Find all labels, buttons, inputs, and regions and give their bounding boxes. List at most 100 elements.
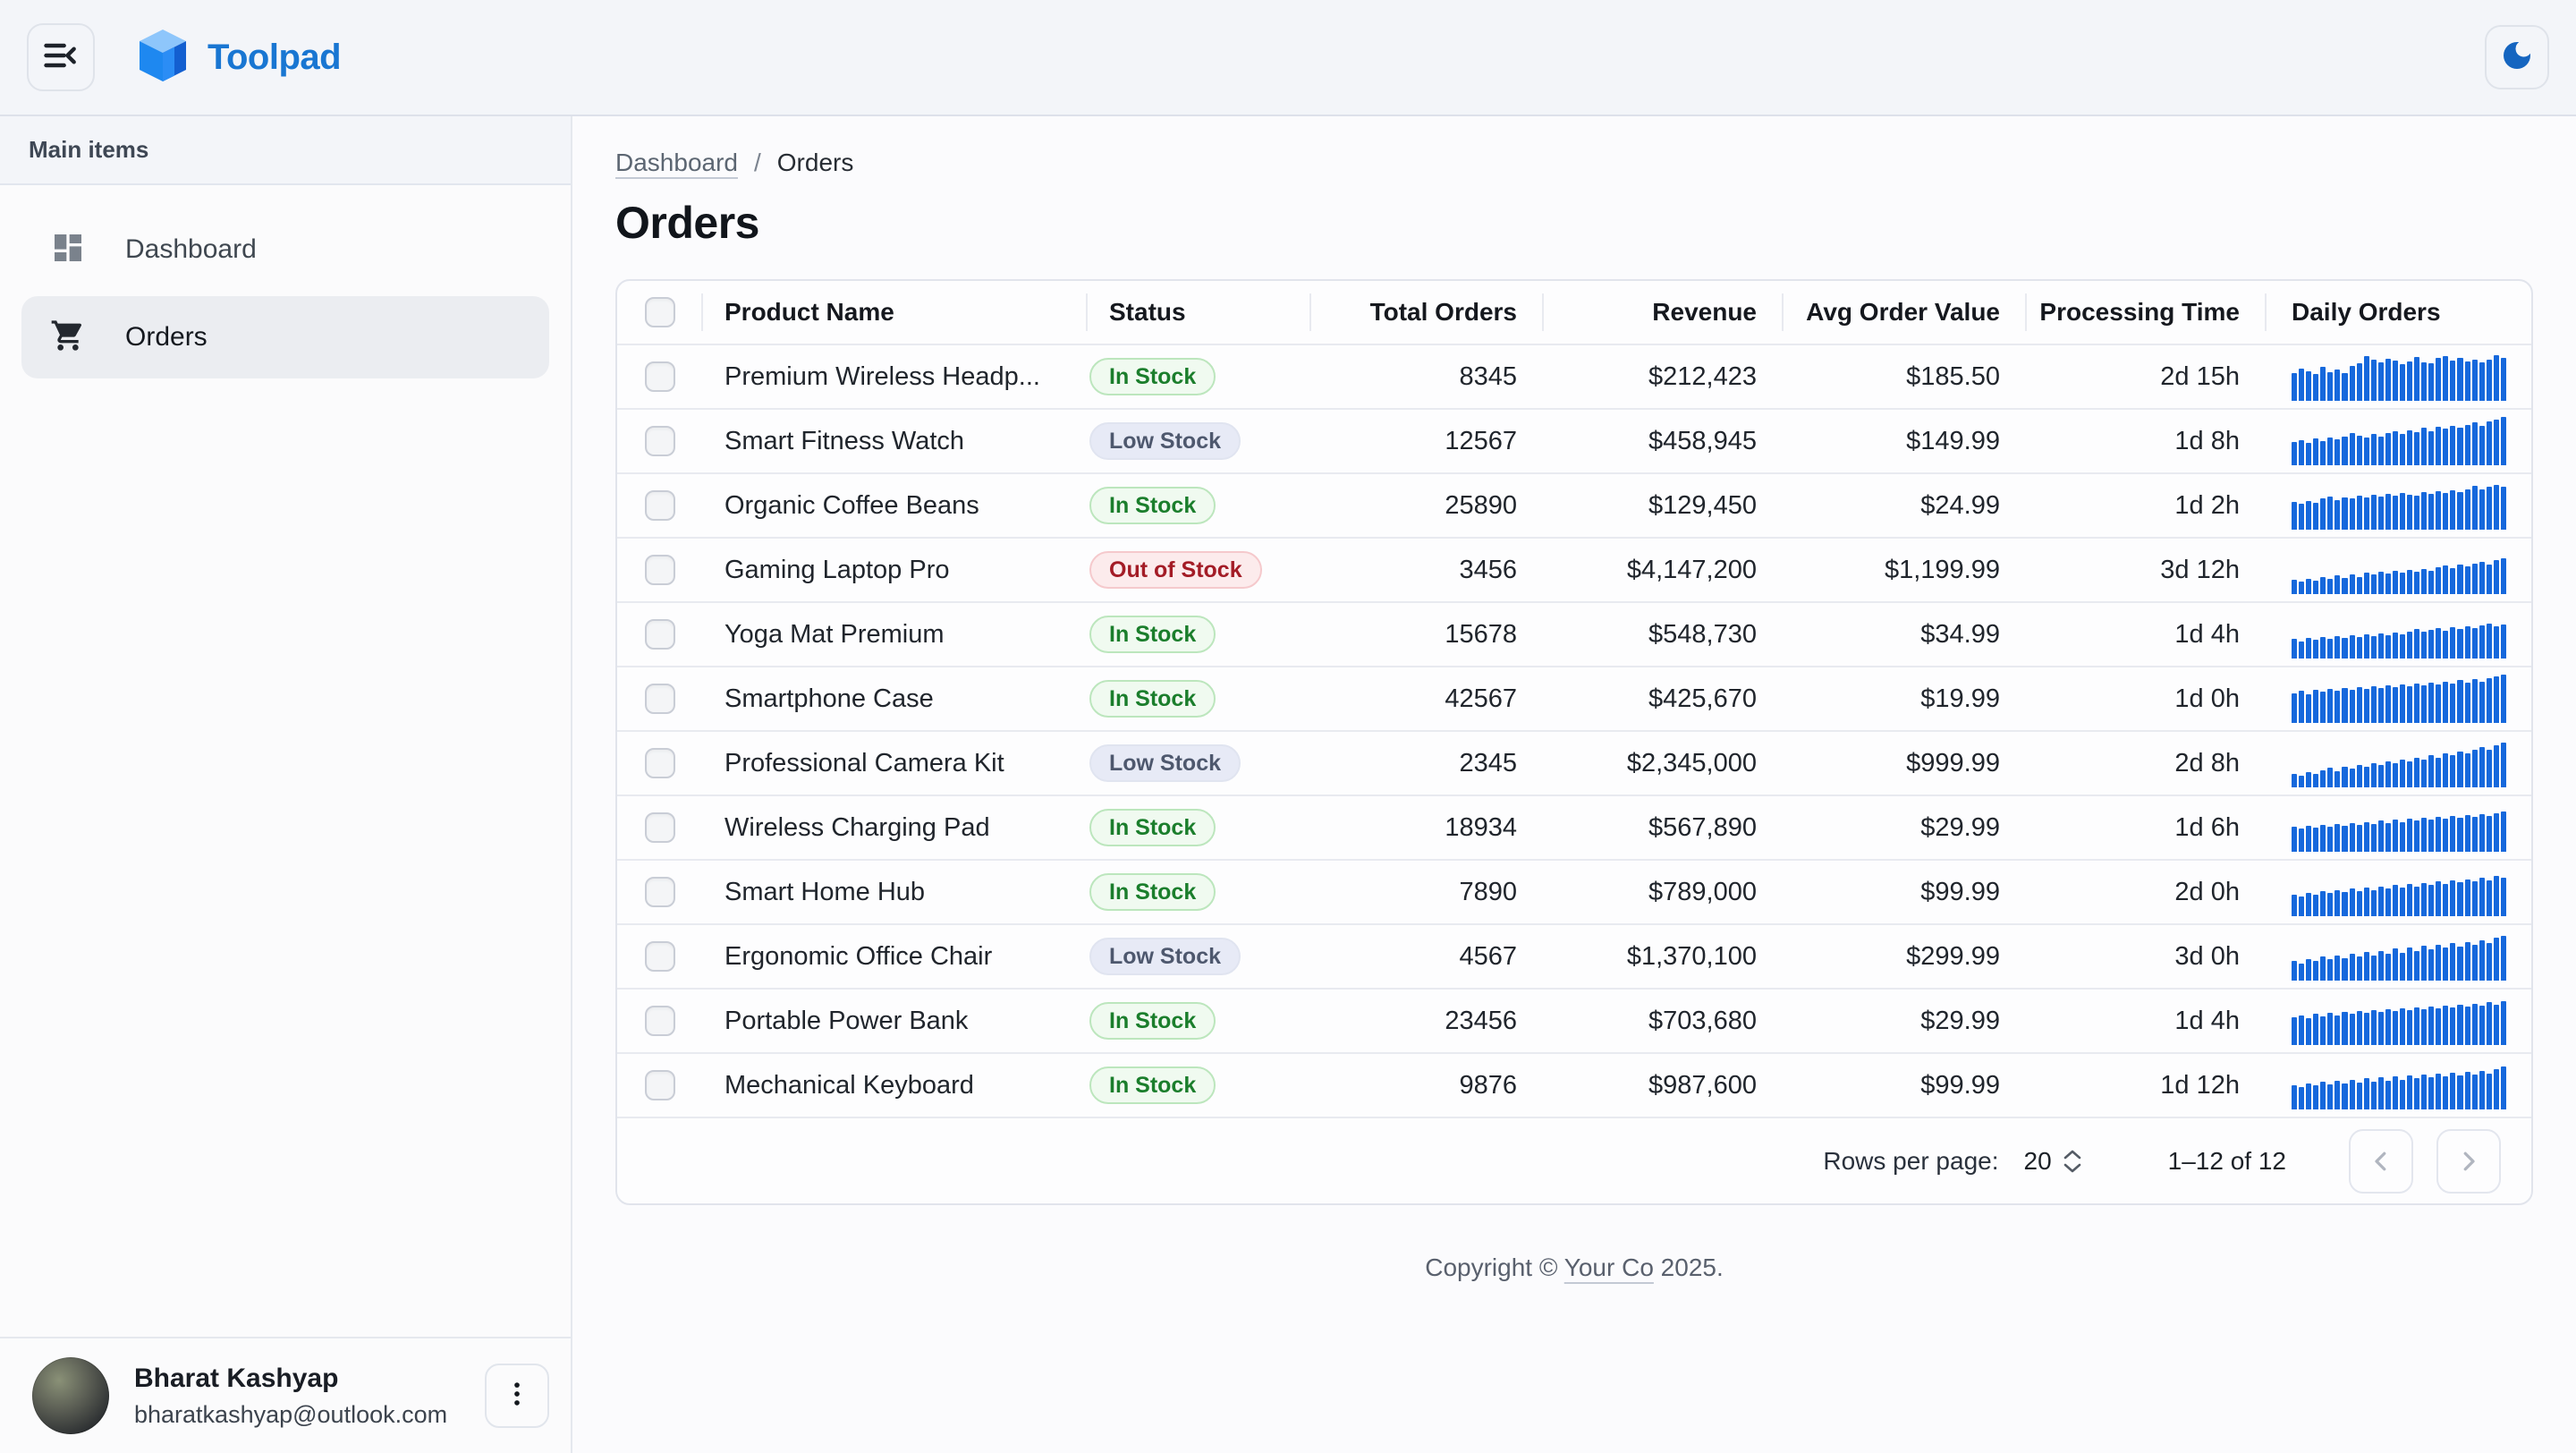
breadcrumb-current: Orders <box>777 149 854 177</box>
cell-processing-time: 1d 0h <box>2027 667 2267 730</box>
cell-revenue: $129,450 <box>1544 474 1784 537</box>
sidebar: Main items Dashboard Orders Bharat Kashy… <box>0 116 572 1453</box>
column-header-avg-order-value[interactable]: Avg Order Value <box>1784 281 2027 344</box>
avatar[interactable] <box>32 1357 109 1434</box>
chevron-left-icon <box>2368 1148 2394 1175</box>
table-row: Organic Coffee Beans In Stock 25890 $129… <box>617 474 2531 539</box>
cell-avg-order-value: $1,199.99 <box>1784 539 2027 601</box>
status-badge: In Stock <box>1089 1066 1216 1104</box>
daily-orders-sparkline <box>2292 997 2506 1045</box>
sidebar-nav: Dashboard Orders <box>0 185 571 384</box>
toolpad-logo <box>140 30 186 86</box>
cell-avg-order-value: $149.99 <box>1784 410 2027 472</box>
cell-processing-time: 1d 12h <box>2027 1054 2267 1117</box>
cell-product-name: Gaming Laptop Pro <box>703 539 1088 601</box>
cell-product-name: Premium Wireless Headp... <box>703 345 1088 408</box>
rows-per-page-label: Rows per page: <box>1823 1147 1998 1176</box>
table-row: Smart Home Hub In Stock 7890 $789,000 $9… <box>617 861 2531 925</box>
row-checkbox[interactable] <box>645 1006 675 1036</box>
column-header-revenue[interactable]: Revenue <box>1544 281 1784 344</box>
cell-revenue: $2,345,000 <box>1544 732 1784 794</box>
collapse-menu-button[interactable] <box>27 23 95 91</box>
table-row: Premium Wireless Headp... In Stock 8345 … <box>617 345 2531 410</box>
row-checkbox[interactable] <box>645 426 675 456</box>
cart-icon <box>50 318 86 358</box>
cell-revenue: $703,680 <box>1544 990 1784 1052</box>
account-menu-button[interactable] <box>485 1364 549 1428</box>
column-header-product-name[interactable]: Product Name <box>703 281 1088 344</box>
next-page-button[interactable] <box>2436 1129 2501 1194</box>
cell-processing-time: 1d 4h <box>2027 603 2267 666</box>
sidebar-section-header: Main items <box>0 116 571 185</box>
daily-orders-sparkline <box>2292 610 2506 659</box>
row-checkbox[interactable] <box>645 619 675 650</box>
table-row: Wireless Charging Pad In Stock 18934 $56… <box>617 796 2531 861</box>
pagination-bar: Rows per page: 20 1–12 of 12 <box>617 1118 2531 1203</box>
sidebar-item-dashboard[interactable]: Dashboard <box>21 208 549 291</box>
pagination-range: 1–12 of 12 <box>2168 1147 2286 1176</box>
table-row: Smart Fitness Watch Low Stock 12567 $458… <box>617 410 2531 474</box>
sidebar-section-label: Main items <box>29 136 148 164</box>
column-header-status[interactable]: Status <box>1088 281 1311 344</box>
menu-collapse-icon <box>41 36 80 80</box>
daily-orders-sparkline <box>2292 1061 2506 1109</box>
cell-avg-order-value: $999.99 <box>1784 732 2027 794</box>
column-header-processing-time[interactable]: Processing Time <box>2027 281 2267 344</box>
table-header-row: Product Name Status Total Orders Revenue… <box>617 281 2531 345</box>
daily-orders-sparkline <box>2292 546 2506 594</box>
cell-processing-time: 1d 8h <box>2027 410 2267 472</box>
cell-processing-time: 1d 4h <box>2027 990 2267 1052</box>
status-badge: Out of Stock <box>1089 551 1262 589</box>
table-body: Premium Wireless Headp... In Stock 8345 … <box>617 345 2531 1118</box>
cell-product-name: Portable Power Bank <box>703 990 1088 1052</box>
status-badge: In Stock <box>1089 809 1216 846</box>
cell-revenue: $4,147,200 <box>1544 539 1784 601</box>
cell-avg-order-value: $29.99 <box>1784 990 2027 1052</box>
daily-orders-sparkline <box>2292 675 2506 723</box>
cell-avg-order-value: $24.99 <box>1784 474 2027 537</box>
cell-total-orders: 15678 <box>1311 603 1544 666</box>
cell-total-orders: 4567 <box>1311 925 1544 988</box>
row-checkbox[interactable] <box>645 361 675 392</box>
row-checkbox[interactable] <box>645 684 675 714</box>
copyright-suffix: 2025. <box>1654 1253 1724 1281</box>
chevron-right-icon <box>2455 1148 2482 1175</box>
cell-total-orders: 23456 <box>1311 990 1544 1052</box>
cell-processing-time: 1d 6h <box>2027 796 2267 859</box>
row-checkbox[interactable] <box>645 877 675 907</box>
cell-revenue: $789,000 <box>1544 861 1784 923</box>
cell-total-orders: 42567 <box>1311 667 1544 730</box>
row-checkbox[interactable] <box>645 941 675 972</box>
daily-orders-sparkline <box>2292 868 2506 916</box>
rows-per-page-value[interactable]: 20 <box>2024 1147 2052 1176</box>
status-badge: In Stock <box>1089 680 1216 718</box>
column-header-daily-orders[interactable]: Daily Orders <box>2267 281 2531 344</box>
account-section: Bharat Kashyap bharatkashyap@outlook.com <box>0 1337 571 1453</box>
sidebar-item-orders[interactable]: Orders <box>21 296 549 378</box>
status-badge: Low Stock <box>1089 744 1241 782</box>
cell-total-orders: 7890 <box>1311 861 1544 923</box>
cell-processing-time: 2d 15h <box>2027 345 2267 408</box>
breadcrumb-link-dashboard[interactable]: Dashboard <box>615 149 738 177</box>
select-all-checkbox[interactable] <box>645 297 675 327</box>
cell-processing-time: 2d 8h <box>2027 732 2267 794</box>
table-row: Ergonomic Office Chair Low Stock 4567 $1… <box>617 925 2531 990</box>
row-checkbox[interactable] <box>645 748 675 778</box>
theme-toggle-button[interactable] <box>2485 25 2549 89</box>
status-badge: Low Stock <box>1089 422 1241 460</box>
status-badge: In Stock <box>1089 487 1216 524</box>
cell-product-name: Ergonomic Office Chair <box>703 925 1088 988</box>
cell-product-name: Yoga Mat Premium <box>703 603 1088 666</box>
column-header-total-orders[interactable]: Total Orders <box>1311 281 1544 344</box>
company-link[interactable]: Your Co <box>1564 1253 1654 1281</box>
dark-mode-moon-icon <box>2499 38 2535 78</box>
rows-per-page-stepper[interactable] <box>2063 1149 2082 1174</box>
cell-processing-time: 1d 2h <box>2027 474 2267 537</box>
row-checkbox[interactable] <box>645 490 675 521</box>
row-checkbox[interactable] <box>645 555 675 585</box>
previous-page-button[interactable] <box>2349 1129 2413 1194</box>
row-checkbox[interactable] <box>645 1070 675 1100</box>
cell-revenue: $987,600 <box>1544 1054 1784 1117</box>
cell-processing-time: 3d 12h <box>2027 539 2267 601</box>
row-checkbox[interactable] <box>645 812 675 843</box>
